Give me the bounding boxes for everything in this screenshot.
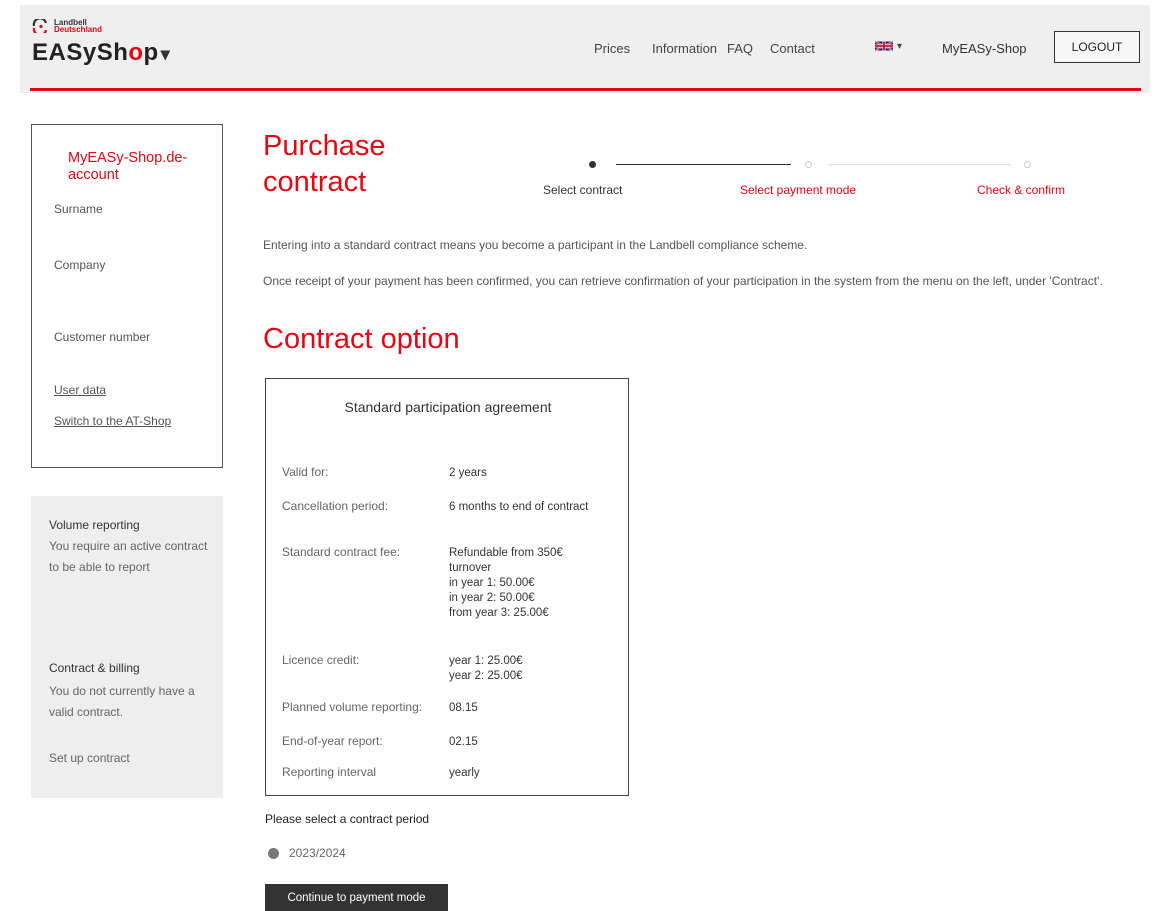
step-dot-payment-mode [805,161,812,168]
header-divider [30,88,1141,91]
contract-period-prompt: Please select a contract period [265,812,430,826]
logo-wordmark: EASyShop ▾ [32,39,170,67]
row-value-cancellation: 6 months to end of contract [449,501,589,513]
contract-billing-heading[interactable]: Contract & billing [49,661,140,675]
volume-reporting-heading[interactable]: Volume reporting [49,518,140,532]
logout-button[interactable]: LOGOUT [1054,31,1140,63]
logo-wordmark-post: p [143,39,159,66]
continue-to-payment-button[interactable]: Continue to payment mode [265,884,448,911]
row-label-end-of-year: End-of-year report: [282,734,383,748]
page-title: Purchase contract [263,130,386,198]
nav-contact[interactable]: Contact [770,41,815,56]
row-value-end-of-year: 02.15 [449,736,478,748]
volume-reporting-text: You require an active contract to be abl… [49,539,208,574]
landbell-logo-icon [32,19,48,33]
step-line-2 [828,164,1011,165]
nav-information[interactable]: Information [652,41,717,56]
user-data-link[interactable]: User data [54,383,106,397]
side-info-panel: Volume reporting You require an active c… [31,496,223,798]
logo-line-deutschland: Deutschland [54,25,103,34]
surname-label: Surname [54,202,103,216]
customer-number-label: Customer number [54,330,151,344]
row-label-valid-for: Valid for: [282,465,329,479]
row-value-valid-for: 2 years [449,467,487,479]
row-value-planned-reporting: 08.15 [449,702,478,714]
account-panel: MyEASy-Shop.de-account Surname Company C… [31,124,223,468]
step-label-check-confirm: Check & confirm [977,183,1066,197]
step-label-payment-mode: Select payment mode [740,183,857,197]
card-title: Standard participation agreement [344,399,552,415]
uk-flag-icon[interactable] [875,40,893,52]
row-label-planned-reporting: Planned volume reporting: [282,700,423,714]
period-radio[interactable] [268,848,279,859]
logo-wordmark-pre: EASySh [32,39,129,66]
row-value-licence-credit: year 1: 25.00€ year 2: 25.00€ [449,655,523,682]
intro-paragraph-1: Entering into a standard contract means … [263,238,808,252]
switch-shop-link[interactable]: Switch to the AT-Shop [54,414,171,428]
account-title: MyEASy-Shop.de-account [68,150,188,183]
nav-prices[interactable]: Prices [594,41,630,56]
myeasy-shop-link[interactable]: MyEASy-Shop [942,41,1027,56]
step-dot-select-contract [589,161,596,168]
row-label-contract-fee: Standard contract fee: [282,545,401,559]
step-line-1 [616,164,791,165]
logo-wordmark-o: o [128,39,144,66]
intro-paragraph-2: Once receipt of your payment has been co… [263,274,1103,288]
language-caret-icon[interactable]: ▾ [897,41,902,52]
logo-caret-icon: ▾ [160,44,171,64]
progress-stepper: Select contract Select payment mode Chec… [520,155,1120,205]
landbell-brand: Landbell Deutschland [32,17,172,37]
company-label: Company [54,258,106,272]
section-title: Contract option [263,323,460,355]
row-label-licence-credit: Licence credit: [282,653,360,667]
step-label-select-contract: Select contract [543,183,623,197]
nav-faq[interactable]: FAQ [727,41,753,56]
period-radio-label[interactable]: 2023/2024 [289,846,346,860]
row-value-contract-fee: Refundable from 350€ turnover in year 1:… [449,547,563,619]
row-value-reporting-interval: yearly [449,767,480,779]
row-label-cancellation: Cancellation period: [282,499,389,513]
contract-option-card[interactable]: Standard participation agreement Valid f… [265,378,629,796]
step-dot-check-confirm [1024,161,1031,168]
top-header: Landbell Deutschland EASyShop ▾ Prices In… [20,5,1150,93]
contract-billing-text: You do not currently have a valid contra… [49,684,195,719]
setup-contract-link[interactable]: Set up contract [49,748,209,769]
row-label-reporting-interval: Reporting interval [282,765,377,779]
